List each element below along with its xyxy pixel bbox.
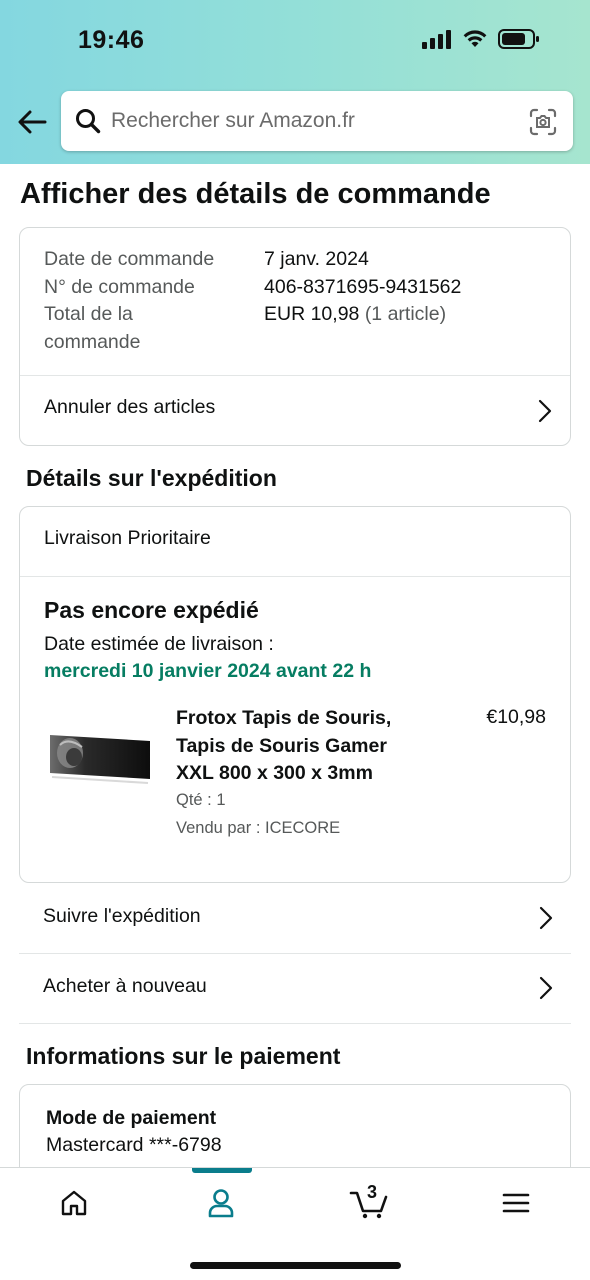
product-quantity: Qté : 1 [176, 791, 226, 809]
tab-cart[interactable] [295, 1168, 442, 1238]
payment-method-title: Mode de paiement [46, 1107, 217, 1129]
battery-icon [498, 28, 540, 55]
signal-icon [422, 29, 452, 54]
estimated-delivery-label: Date estimée de livraison : [44, 633, 274, 655]
home-indicator [190, 1262, 401, 1269]
camera-scan-icon[interactable] [529, 108, 557, 136]
hamburger-menu-icon [502, 1193, 529, 1213]
divider [20, 576, 570, 577]
product-seller: Vendu par : ICECORE [176, 819, 341, 837]
chevron-right-icon [539, 976, 553, 1000]
order-total-label: Total de la commande [44, 301, 244, 356]
home-icon [61, 1190, 86, 1216]
tab-account[interactable] [147, 1168, 294, 1238]
header: 19:46 [0, 0, 590, 164]
tab-menu[interactable] [442, 1168, 589, 1238]
order-number-value: 406-8371695-9431562 [264, 275, 462, 298]
order-summary-card: Date de commande 7 janv. 2024 N° de comm… [19, 227, 571, 446]
cart-count-badge: 3 [367, 1182, 378, 1202]
buy-again-link[interactable]: Acheter à nouveau [19, 954, 571, 1024]
payment-section-title: Informations sur le paiement [26, 1043, 341, 1069]
mousepad-image-icon [50, 735, 150, 784]
back-button[interactable] [14, 104, 50, 140]
shipping-section-title: Détails sur l'expédition [26, 465, 277, 491]
wifi-icon [462, 29, 488, 54]
page-title: Afficher des détails de commande [20, 178, 491, 210]
status-time: 19:46 [78, 26, 145, 54]
search-input[interactable] [111, 101, 511, 141]
status-icons [422, 28, 540, 55]
track-shipment-label: Suivre l'expédition [43, 905, 201, 927]
cancel-items-link[interactable]: Annuler des articles [20, 376, 570, 446]
estimated-delivery-date: mercredi 10 janvier 2024 avant 22 h [44, 660, 372, 682]
product-price: €10,98 [486, 706, 546, 728]
shipment-status: Pas encore expédié [44, 597, 259, 623]
track-shipment-link[interactable]: Suivre l'expédition [19, 884, 571, 954]
shipment-card: Livraison Prioritaire Pas encore expédié… [19, 506, 571, 883]
order-date-label: Date de commande [44, 248, 215, 270]
order-number-label: N° de commande [44, 275, 195, 298]
tab-home[interactable] [0, 1168, 147, 1238]
product-title[interactable]: Frotox Tapis de Souris, Tapis de Souris … [176, 705, 421, 788]
product-thumbnail[interactable] [48, 725, 152, 789]
search-bar[interactable] [61, 91, 573, 151]
buy-again-label: Acheter à nouveau [43, 975, 207, 997]
order-date-value: 7 janv. 2024 [264, 248, 369, 270]
order-total-label-line2: commande [44, 330, 141, 353]
chevron-right-icon [539, 906, 553, 930]
search-icon [76, 109, 101, 134]
order-total-items: (1 article) [364, 303, 447, 325]
order-total-value: EUR 10,98 [264, 303, 360, 325]
arrow-left-icon [18, 110, 47, 134]
order-total-value-wrap: EUR 10,98 (1 article) [264, 301, 446, 329]
order-total-label-line1: Total de la [44, 303, 133, 325]
user-icon [208, 1189, 233, 1218]
cancel-items-label: Annuler des articles [44, 396, 216, 418]
chevron-right-icon [538, 399, 552, 423]
shipping-method: Livraison Prioritaire [44, 527, 211, 549]
divider [19, 1023, 571, 1024]
payment-method-value: Mastercard ***-6798 [46, 1134, 222, 1156]
